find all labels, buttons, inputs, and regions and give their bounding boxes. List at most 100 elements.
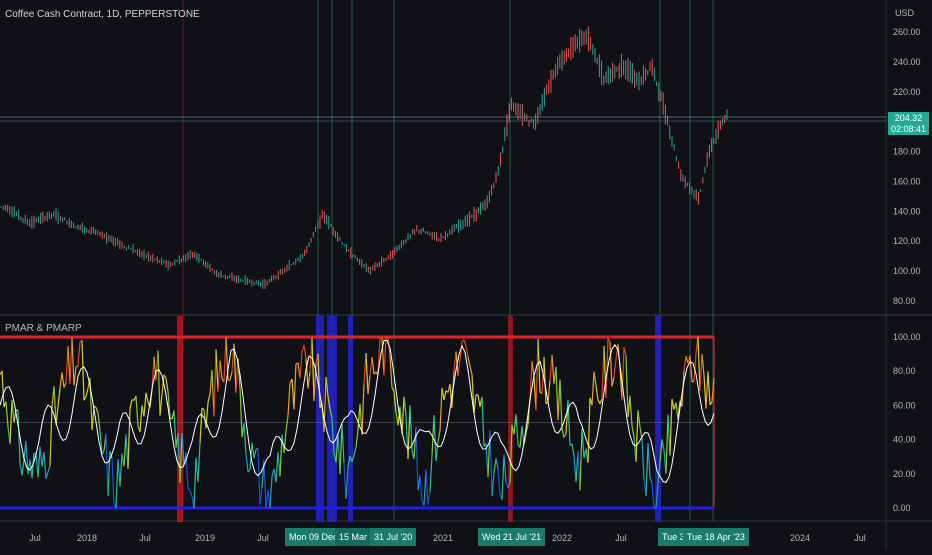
- pmarp-segment: [402, 397, 404, 434]
- pmarp-segment: [470, 366, 472, 374]
- pmarp-segment: [506, 482, 508, 488]
- time-axis-label: 2018: [77, 533, 97, 543]
- pmarp-segment: [468, 357, 470, 367]
- pmarp-segment: [60, 372, 62, 388]
- pmarp-segment: [194, 458, 196, 508]
- pmarp-segment: [158, 351, 160, 416]
- pmarp-segment: [588, 398, 590, 463]
- pmarp-segment: [434, 415, 436, 461]
- date-badge: Tue 18 Apr '23: [683, 528, 749, 546]
- pmarp-segment: [474, 395, 476, 413]
- pmarp-segment: [702, 354, 704, 375]
- pmarp-segment: [220, 361, 222, 379]
- pmarp-segment: [440, 388, 442, 430]
- pmarp-segment: [556, 367, 558, 420]
- pmarp-segment: [366, 353, 368, 394]
- time-axis-label: 2022: [552, 533, 572, 543]
- pmarp-segment: [112, 458, 114, 503]
- pmarp-segment: [2, 371, 4, 407]
- pmarp-segment: [106, 434, 108, 496]
- signal-highlight: [655, 316, 661, 522]
- pmarp-segment: [424, 470, 426, 506]
- pmarp-segment: [76, 366, 78, 367]
- pmarp-segment: [536, 339, 538, 410]
- pmarp-segment: [258, 448, 260, 504]
- pmarp-segment: [356, 430, 358, 448]
- pmarp-segment: [466, 347, 468, 357]
- pmarp-segment: [48, 466, 50, 472]
- osc-axis-tick: 40.00: [893, 435, 916, 445]
- pmarp-segment: [218, 361, 220, 392]
- pmarp-segment: [346, 467, 348, 499]
- pmarp-segment: [560, 379, 562, 428]
- signal-highlight: [348, 316, 353, 522]
- pmarp-segment: [662, 439, 664, 450]
- pmarp-segment: [294, 364, 296, 410]
- price-axis-tick: 220.00: [893, 87, 921, 97]
- pmarp-segment: [516, 414, 518, 444]
- pmarp-segment: [86, 388, 88, 396]
- pmarp-segment: [438, 431, 440, 442]
- price-axis-tick: 100.00: [893, 266, 921, 276]
- pmarp-segment: [538, 339, 540, 392]
- pmarp-segment: [444, 391, 446, 400]
- price-axis-tick: 140.00: [893, 206, 921, 216]
- chart-stage[interactable]: 260.00240.00220.00180.00160.00140.00120.…: [0, 0, 932, 550]
- pmarp-segment: [276, 452, 278, 482]
- pmarp-segment: [404, 397, 406, 415]
- pmarp-segment: [160, 394, 162, 415]
- pmarp-segment: [670, 399, 672, 455]
- pmarp-segment: [38, 447, 40, 478]
- pmarp-segment: [40, 447, 42, 467]
- pmarp-segment: [492, 473, 494, 496]
- pmarp-segment: [580, 428, 582, 490]
- pmarp-segment: [646, 443, 648, 496]
- pmarp-segment: [368, 375, 370, 394]
- pmarp-segment: [198, 443, 200, 482]
- pmarp-segment: [166, 378, 168, 391]
- pmarp-segment: [208, 394, 210, 402]
- time-axis-label: 2021: [433, 533, 453, 543]
- osc-axis-tick: 100.00: [893, 332, 921, 342]
- pmarp-segment: [174, 411, 176, 448]
- pmarp-segment: [240, 387, 242, 437]
- symbol-title[interactable]: Coffee Cash Contract, 1D, PEPPERSTONE: [5, 9, 200, 20]
- pmarp-segment: [216, 349, 218, 391]
- pmarp-segment: [72, 337, 74, 385]
- chart-canvas[interactable]: 260.00240.00220.00180.00160.00140.00120.…: [0, 0, 932, 550]
- pmarp-segment: [6, 402, 8, 427]
- pmarp-segment: [562, 428, 564, 437]
- pmarp-segment: [140, 406, 142, 432]
- pmarp-segment: [108, 451, 110, 496]
- pmarp-segment: [120, 454, 122, 487]
- pmarp-segment: [652, 483, 654, 508]
- pmarp-segment: [502, 455, 504, 500]
- date-badge: Wed 21 Jul '21: [478, 528, 545, 546]
- time-axis-label: 2019: [195, 533, 215, 543]
- pmarp-segment: [478, 395, 480, 407]
- pmarp-segment: [420, 476, 422, 502]
- pmarp-segment: [230, 372, 232, 380]
- pmarp-segment: [408, 405, 410, 459]
- indicator-title[interactable]: PMAR & PMARP: [5, 323, 82, 334]
- pmarp-segment: [666, 415, 668, 474]
- pmarp-segment: [532, 361, 534, 376]
- pmarp-segment: [214, 349, 216, 416]
- signal-highlight: [508, 316, 513, 522]
- pmarp-segment: [638, 410, 640, 427]
- pmarp-segment: [82, 340, 84, 400]
- price-axis-tick: 260.00: [893, 27, 921, 37]
- osc-axis-tick: 80.00: [893, 366, 916, 376]
- pmarp-segment: [354, 447, 356, 455]
- price-candles: [1, 26, 727, 289]
- pmarp-segment: [430, 456, 432, 492]
- pmarp-segment: [224, 337, 226, 382]
- pmarp-segment: [22, 459, 24, 475]
- pmarp-segment: [642, 439, 644, 480]
- pmarp-segment: [62, 372, 64, 387]
- pmarp-segment: [498, 469, 500, 494]
- pmarp-segment: [188, 489, 190, 490]
- pmarp-segment: [64, 383, 66, 388]
- pmarp-segment: [626, 356, 628, 417]
- time-axis-label: Jul: [29, 533, 41, 543]
